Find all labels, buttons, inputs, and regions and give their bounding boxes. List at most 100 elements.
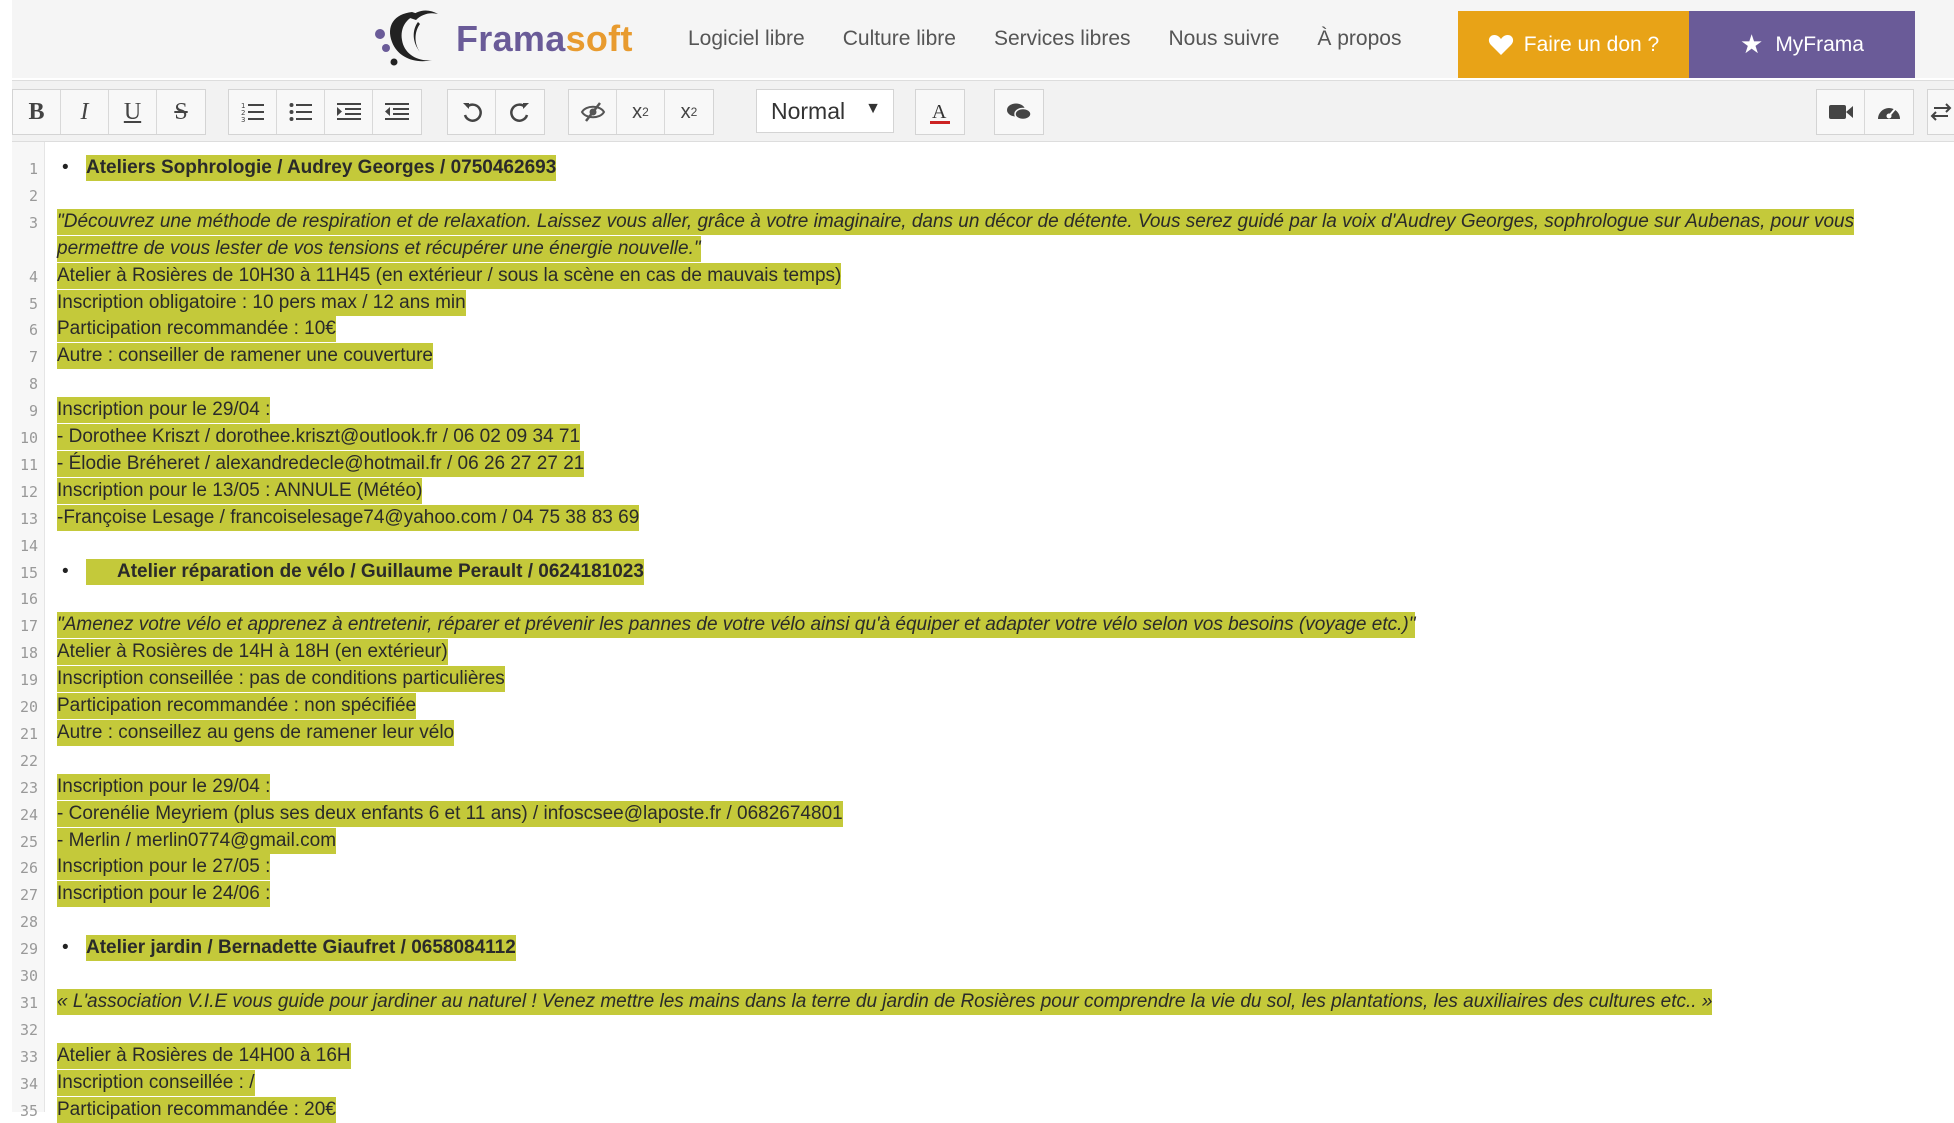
line-number: 16 (19, 590, 38, 609)
myframa-button[interactable]: ★ MyFrama (1689, 11, 1915, 78)
script-group: x2 x2 (568, 89, 714, 135)
underline-icon[interactable]: U (109, 90, 157, 134)
text-line: -Françoise Lesage / francoiselesage74@ya… (57, 504, 640, 531)
text-color-icon[interactable]: A (916, 90, 964, 134)
line-number: 10 (19, 429, 38, 447)
text-line: "Découvrez une méthode de respiration et… (57, 208, 1855, 235)
line-number: 22 (19, 751, 38, 770)
line-number: 5 (28, 294, 38, 313)
more-tools-group (1927, 89, 1954, 135)
line-number: 28 (19, 913, 38, 932)
line-number: 12 (19, 482, 38, 501)
text-line: - Dorothee Kriszt / dorothee.kriszt@outl… (57, 424, 581, 450)
line-number: 35 (19, 1101, 38, 1120)
line-number: 4 (28, 267, 38, 286)
chevron-down-icon: ▼ (865, 100, 881, 117)
line-number: 19 (19, 671, 38, 690)
star-icon: ★ (1740, 29, 1764, 59)
text-style-group: B I U S (12, 89, 206, 135)
format-select-value: Normal (771, 97, 846, 124)
brand-part2: soft (565, 18, 633, 59)
strikethrough-icon[interactable]: S (157, 90, 205, 134)
text-line: Inscription conseillée : pas de conditio… (57, 666, 505, 693)
text-line: Inscription pour le 29/04 : (57, 773, 271, 800)
nav-link-a-propos[interactable]: À propos (1317, 27, 1401, 51)
svg-text:A: A (932, 101, 947, 123)
text-line: - Élodie Bréheret / alexandredecle@hotma… (57, 450, 585, 477)
subscript-icon[interactable]: x2 (665, 90, 713, 134)
line-number: 14 (19, 536, 38, 555)
list-item-heading: Ateliers Sophrologie / Audrey Georges / … (86, 155, 557, 181)
text-line: Inscription pour le 13/05 : ANNULE (Mété… (57, 477, 423, 504)
text-line: Autre : conseiller de ramener une couver… (57, 343, 433, 370)
line-number: 21 (19, 724, 38, 743)
text-line: Autre : conseillez au gens de ramener le… (57, 719, 455, 746)
brand-part1: Frama (456, 18, 566, 59)
heart-icon (1488, 34, 1513, 55)
framasoft-logo-icon[interactable] (372, 8, 444, 72)
bullet-list-icon[interactable] (277, 90, 325, 134)
list-item-heading: Atelier réparation de vélo / Guillaume P… (86, 558, 644, 585)
myframa-label: MyFrama (1775, 32, 1864, 56)
eye-slash-icon[interactable] (569, 90, 617, 134)
nav-links: Logiciel libre Culture libre Services li… (688, 0, 1439, 78)
text-line: "Amenez votre vélo et apprenez à entrete… (57, 612, 1416, 639)
text-line: permettre de vous lester de vos tensions… (57, 235, 701, 262)
line-number: 11 (19, 455, 38, 474)
text-line: Participation recommandée : 10€ (57, 316, 336, 343)
line-number: 8 (28, 375, 38, 394)
text-line: Atelier à Rosières de 10H30 à 11H45 (en … (57, 262, 842, 289)
nav-link-logiciel-libre[interactable]: Logiciel libre (688, 27, 805, 51)
text-line: - Merlin / merlin0774@gmail.com (57, 827, 337, 854)
text-line: Inscription obligatoire : 10 pers max / … (57, 289, 466, 316)
donate-label: Faire un don ? (1523, 32, 1660, 56)
list-item-heading: Atelier jardin / Bernadette Giaufret / 0… (86, 935, 516, 962)
text-line: Inscription pour le 27/05 : (57, 854, 271, 881)
line-number: 20 (19, 698, 38, 716)
list-group: 123 (228, 89, 422, 135)
video-camera-icon[interactable] (1817, 90, 1865, 134)
brand-name[interactable]: Framasoft (456, 18, 633, 60)
line-number: 31 (19, 993, 38, 1012)
undo-icon[interactable] (448, 90, 496, 134)
top-nav: Framasoft Logiciel libre Culture libre S… (0, 0, 1954, 78)
dashboard-icon[interactable] (1865, 90, 1913, 134)
line-number: 30 (19, 967, 38, 985)
swap-icon[interactable] (1928, 90, 1954, 134)
list-bullet: • (62, 560, 69, 582)
text-line: « L'association V.I.E vous guide pour ja… (57, 988, 1713, 1015)
line-number: 24 (19, 805, 38, 824)
line-number: 26 (19, 859, 38, 878)
format-select[interactable]: Normal ▼ (756, 89, 894, 133)
text-line: - Corenélie Meyriem (plus ses deux enfan… (57, 800, 843, 827)
line-number: 23 (19, 778, 38, 797)
ordered-list-icon[interactable]: 123 (229, 90, 277, 134)
text-line: Inscription conseillée : / (57, 1069, 255, 1096)
redo-icon[interactable] (496, 90, 544, 134)
outdent-icon[interactable] (373, 90, 421, 134)
indent-icon[interactable] (325, 90, 373, 134)
italic-icon[interactable]: I (61, 90, 109, 134)
superscript-icon[interactable]: x2 (617, 90, 665, 134)
nav-link-culture-libre[interactable]: Culture libre (843, 27, 956, 51)
nav-link-services-libres[interactable]: Services libres (994, 27, 1131, 51)
line-number: 29 (19, 940, 38, 959)
comment-group (994, 89, 1044, 135)
line-number: 32 (19, 1020, 38, 1039)
text-line: Participation recommandée : 20€ (57, 1096, 336, 1123)
line-number: 6 (28, 321, 38, 340)
line-number: 9 (28, 402, 38, 421)
list-bullet: • (62, 157, 69, 178)
bold-icon[interactable]: B (13, 90, 61, 134)
line-number: 3 (28, 213, 38, 232)
nav-link-nous-suivre[interactable]: Nous suivre (1169, 27, 1280, 51)
donate-button[interactable]: Faire un don ? (1458, 11, 1689, 78)
history-group (447, 89, 545, 135)
editor-toolbar: B I U S 123 x2 x2 Normal ▼ A (12, 80, 1954, 142)
svg-text:3: 3 (241, 116, 245, 123)
line-number: 2 (28, 186, 38, 205)
comment-icon[interactable] (995, 90, 1043, 134)
text-line: Atelier à Rosières de 14H00 à 16H (57, 1042, 351, 1069)
line-number: 7 (28, 348, 38, 367)
text-line: Atelier à Rosières de 14H à 18H (en exté… (57, 639, 448, 666)
